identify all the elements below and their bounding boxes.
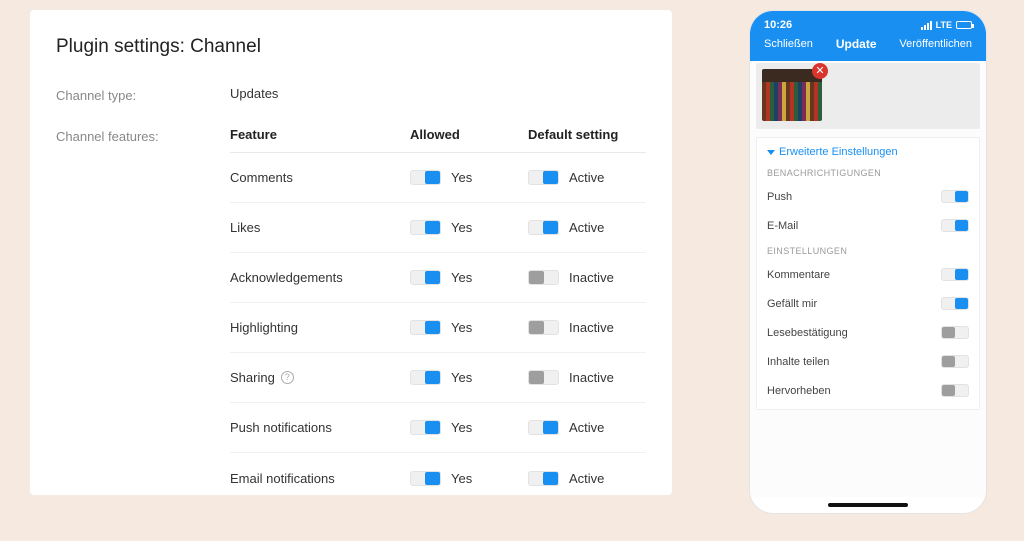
caret-down-icon bbox=[767, 150, 775, 155]
remove-attachment-icon[interactable]: ✕ bbox=[812, 63, 828, 79]
battery-icon bbox=[956, 21, 972, 29]
help-icon[interactable]: ? bbox=[281, 371, 294, 384]
default-toggle-label: Inactive bbox=[569, 370, 614, 385]
allowed-toggle-label: Yes bbox=[451, 420, 472, 435]
default-toggle-label: Active bbox=[569, 420, 604, 435]
allowed-toggle-label: Yes bbox=[451, 270, 472, 285]
features-table-header: Feature Allowed Default setting bbox=[230, 127, 646, 153]
option-label: Gefällt mir bbox=[767, 298, 817, 310]
default-toggle[interactable] bbox=[528, 220, 559, 235]
channel-features-label: Channel features: bbox=[56, 127, 230, 144]
option-toggle[interactable] bbox=[941, 297, 969, 310]
feature-name: Highlighting bbox=[230, 320, 298, 335]
attachment-area: ✕ bbox=[756, 63, 980, 129]
allowed-toggle-label: Yes bbox=[451, 320, 472, 335]
option-label: Kommentare bbox=[767, 269, 830, 281]
default-toggle-label: Inactive bbox=[569, 320, 614, 335]
status-bar: 10:26 LTE bbox=[750, 19, 986, 37]
channel-type-row: Channel type: Updates bbox=[56, 86, 646, 103]
advanced-settings-section: Erweiterte Einstellungen BENACHRICHTIGUN… bbox=[756, 137, 980, 410]
option-toggle[interactable] bbox=[941, 326, 969, 339]
allowed-toggle[interactable] bbox=[410, 220, 441, 235]
page-title: Plugin settings: Channel bbox=[56, 36, 646, 58]
allowed-toggle[interactable] bbox=[410, 270, 441, 285]
channel-features-row: Channel features: Feature Allowed Defaul… bbox=[56, 127, 646, 503]
option-toggle[interactable] bbox=[941, 190, 969, 203]
option-toggle[interactable] bbox=[941, 219, 969, 232]
feature-row: Highlighting Yes Inactive bbox=[230, 303, 646, 353]
feature-row: Acknowledgements Yes Inactive bbox=[230, 253, 646, 303]
option-label: Hervorheben bbox=[767, 385, 831, 397]
feature-name: Push notifications bbox=[230, 420, 332, 435]
plugin-settings-panel: Plugin settings: Channel Channel type: U… bbox=[30, 10, 672, 495]
signal-icon bbox=[921, 21, 932, 30]
option-group-title: EINSTELLUNGEN bbox=[767, 246, 969, 256]
allowed-toggle[interactable] bbox=[410, 471, 441, 486]
channel-type-label: Channel type: bbox=[56, 86, 230, 103]
option-label: E-Mail bbox=[767, 220, 798, 232]
attachment-thumbnail[interactable]: ✕ bbox=[762, 69, 822, 121]
feature-name: Acknowledgements bbox=[230, 270, 343, 285]
option-group-title: BENACHRICHTIGUNGEN bbox=[767, 168, 969, 178]
option-label: Inhalte teilen bbox=[767, 356, 829, 368]
option-row: Inhalte teilen bbox=[767, 347, 969, 376]
default-toggle[interactable] bbox=[528, 471, 559, 486]
feature-name: Likes bbox=[230, 220, 260, 235]
default-toggle[interactable] bbox=[528, 370, 559, 385]
default-toggle-label: Active bbox=[569, 471, 604, 486]
option-row: Lesebestätigung bbox=[767, 318, 969, 347]
feature-row: Push notifications Yes Active bbox=[230, 403, 646, 453]
phone-body: ✕ Erweiterte Einstellungen BENACHRICHTIG… bbox=[750, 61, 986, 497]
allowed-toggle-label: Yes bbox=[451, 471, 472, 486]
default-toggle-label: Active bbox=[569, 170, 604, 185]
status-right: LTE bbox=[921, 20, 972, 30]
nav-publish[interactable]: Veröffentlichen bbox=[899, 38, 972, 50]
status-time: 10:26 bbox=[764, 19, 792, 31]
allowed-toggle[interactable] bbox=[410, 170, 441, 185]
feature-row: Comments Yes Active bbox=[230, 153, 646, 203]
option-label: Push bbox=[767, 191, 792, 203]
allowed-toggle-label: Yes bbox=[451, 220, 472, 235]
option-toggle[interactable] bbox=[941, 355, 969, 368]
feature-row: Likes Yes Active bbox=[230, 203, 646, 253]
phone-header: 10:26 LTE Schließen Update Veröffentlich… bbox=[750, 11, 986, 61]
default-toggle-label: Inactive bbox=[569, 270, 614, 285]
features-table: Feature Allowed Default setting Comments… bbox=[230, 127, 646, 503]
default-toggle[interactable] bbox=[528, 270, 559, 285]
option-row: Kommentare bbox=[767, 260, 969, 289]
option-row: Gefällt mir bbox=[767, 289, 969, 318]
option-row: Push bbox=[767, 182, 969, 211]
feature-row: Email notifications Yes Active bbox=[230, 453, 646, 503]
feature-name: Email notifications bbox=[230, 471, 335, 486]
default-toggle[interactable] bbox=[528, 170, 559, 185]
nav-bar: Schließen Update Veröffentlichen bbox=[750, 37, 986, 61]
option-toggle[interactable] bbox=[941, 384, 969, 397]
channel-type-value: Updates bbox=[230, 86, 646, 101]
col-allowed: Allowed bbox=[410, 127, 528, 142]
allowed-toggle[interactable] bbox=[410, 420, 441, 435]
allowed-toggle-label: Yes bbox=[451, 370, 472, 385]
col-feature: Feature bbox=[230, 127, 410, 142]
home-indicator bbox=[828, 503, 908, 507]
default-toggle-label: Active bbox=[569, 220, 604, 235]
nav-title: Update bbox=[836, 37, 877, 51]
option-toggle[interactable] bbox=[941, 268, 969, 281]
nav-close[interactable]: Schließen bbox=[764, 38, 813, 50]
feature-name: Sharing bbox=[230, 370, 275, 385]
allowed-toggle[interactable] bbox=[410, 320, 441, 335]
col-default: Default setting bbox=[528, 127, 646, 142]
phone-frame: 10:26 LTE Schließen Update Veröffentlich… bbox=[749, 10, 987, 514]
option-row: Hervorheben bbox=[767, 376, 969, 405]
default-toggle[interactable] bbox=[528, 320, 559, 335]
feature-row: Sharing? Yes Inactive bbox=[230, 353, 646, 403]
advanced-settings-toggle[interactable]: Erweiterte Einstellungen bbox=[767, 146, 969, 158]
status-network: LTE bbox=[936, 20, 952, 30]
option-row: E-Mail bbox=[767, 211, 969, 240]
allowed-toggle-label: Yes bbox=[451, 170, 472, 185]
feature-name: Comments bbox=[230, 170, 293, 185]
advanced-settings-label: Erweiterte Einstellungen bbox=[779, 146, 898, 158]
option-label: Lesebestätigung bbox=[767, 327, 848, 339]
allowed-toggle[interactable] bbox=[410, 370, 441, 385]
default-toggle[interactable] bbox=[528, 420, 559, 435]
